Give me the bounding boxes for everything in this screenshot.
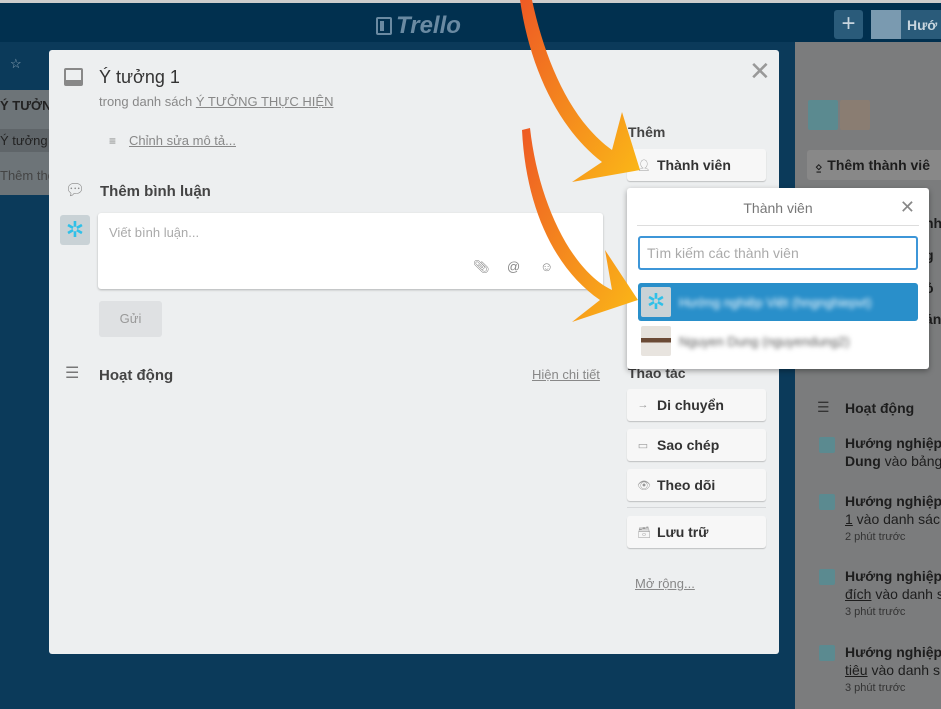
show-details-link[interactable]: Hiện chi tiết	[532, 367, 600, 382]
archive-icon: 🗃︎	[637, 526, 651, 539]
member-search-input[interactable]	[638, 236, 918, 270]
avatar	[641, 326, 671, 356]
card-icon	[64, 68, 83, 86]
activity-icon: ☰	[65, 365, 80, 382]
close-icon[interactable]: ✕	[900, 197, 915, 218]
board-strip: ☆ Ý TƯỞN Ý tưởng Thêm the	[0, 42, 49, 709]
board-list: Ý TƯỞN Ý tưởng Thêm the	[0, 90, 49, 195]
card-title[interactable]: Ý tưởng 1	[99, 67, 180, 88]
top-bar: Trello + Hướ	[0, 0, 941, 42]
move-button[interactable]: → Di chuyển	[627, 389, 766, 421]
person-icon: 👤︎	[637, 159, 651, 172]
comment-heading: Thêm bình luận	[100, 183, 211, 200]
card-icon: ▭	[637, 439, 649, 452]
avatar	[840, 100, 870, 130]
star-icon[interactable]: ☆	[10, 56, 22, 72]
popup-title: Thành viên	[743, 200, 813, 216]
activity-heading: Hoạt động	[99, 367, 174, 384]
add-member-button[interactable]: ⍚ Thêm thành viê	[807, 150, 941, 180]
emoji-icon[interactable]: ☺	[540, 259, 553, 274]
card-list-info: trong danh sách Ý TƯỞNG THỰC HIỆN	[99, 94, 334, 109]
avatar	[808, 100, 838, 130]
user-menu[interactable]: Hướ	[871, 10, 941, 39]
edit-description-link[interactable]: Chỉnh sửa mô tả...	[129, 133, 236, 148]
board-menu-panel: ⍚ Thêm thành viê nh g ỏ án ☰ Hoạt động H…	[795, 42, 941, 709]
trello-logo[interactable]: Trello	[376, 12, 461, 40]
avatar: ✲	[641, 287, 671, 317]
comment-icon: 💬︎	[65, 182, 86, 199]
watch-button[interactable]: 👁︎ Theo dõi	[627, 469, 766, 501]
add-button[interactable]: +	[834, 10, 863, 39]
send-button[interactable]: Gửi	[99, 301, 162, 337]
list-icon: ☰	[817, 399, 830, 415]
archive-button[interactable]: 🗃︎ Lưu trữ	[627, 516, 766, 548]
divider	[627, 507, 766, 508]
member-item[interactable]: Nguyen Dung (nguyendung2)	[638, 322, 918, 360]
list-title: Ý TƯỞN	[0, 98, 49, 113]
members-popup: Thành viên ✕ ✲ Hướng nghiệp Việt (hngngh…	[627, 188, 929, 369]
copy-button[interactable]: ▭ Sao chép	[627, 429, 766, 461]
divider	[637, 225, 919, 226]
close-icon[interactable]: ✕	[749, 56, 771, 87]
attachment-icon[interactable]: 📎︎	[473, 259, 490, 275]
list-link[interactable]: Ý TƯỞNG THỰC HIỆN	[196, 94, 334, 109]
eye-icon: 👁︎	[637, 479, 651, 492]
expand-link[interactable]: Mở rộng...	[635, 576, 695, 591]
avatar: ✲	[60, 215, 90, 245]
member-item[interactable]: ✲ Hướng nghiệp Việt (hngnghiepvt)	[638, 283, 918, 321]
comment-input[interactable]: Viết bình luận... 📎︎ @ ☺	[98, 213, 603, 289]
add-card-link[interactable]: Thêm the	[0, 168, 49, 183]
avatar	[871, 10, 901, 39]
add-heading: Thêm	[628, 124, 666, 140]
board-card[interactable]: Ý tưởng	[0, 129, 49, 152]
mention-icon[interactable]: @	[507, 259, 520, 274]
members-button[interactable]: 👤︎ Thành viên	[627, 149, 766, 181]
arrow-right-icon: →	[637, 399, 649, 411]
description-icon: ≡	[109, 134, 117, 148]
